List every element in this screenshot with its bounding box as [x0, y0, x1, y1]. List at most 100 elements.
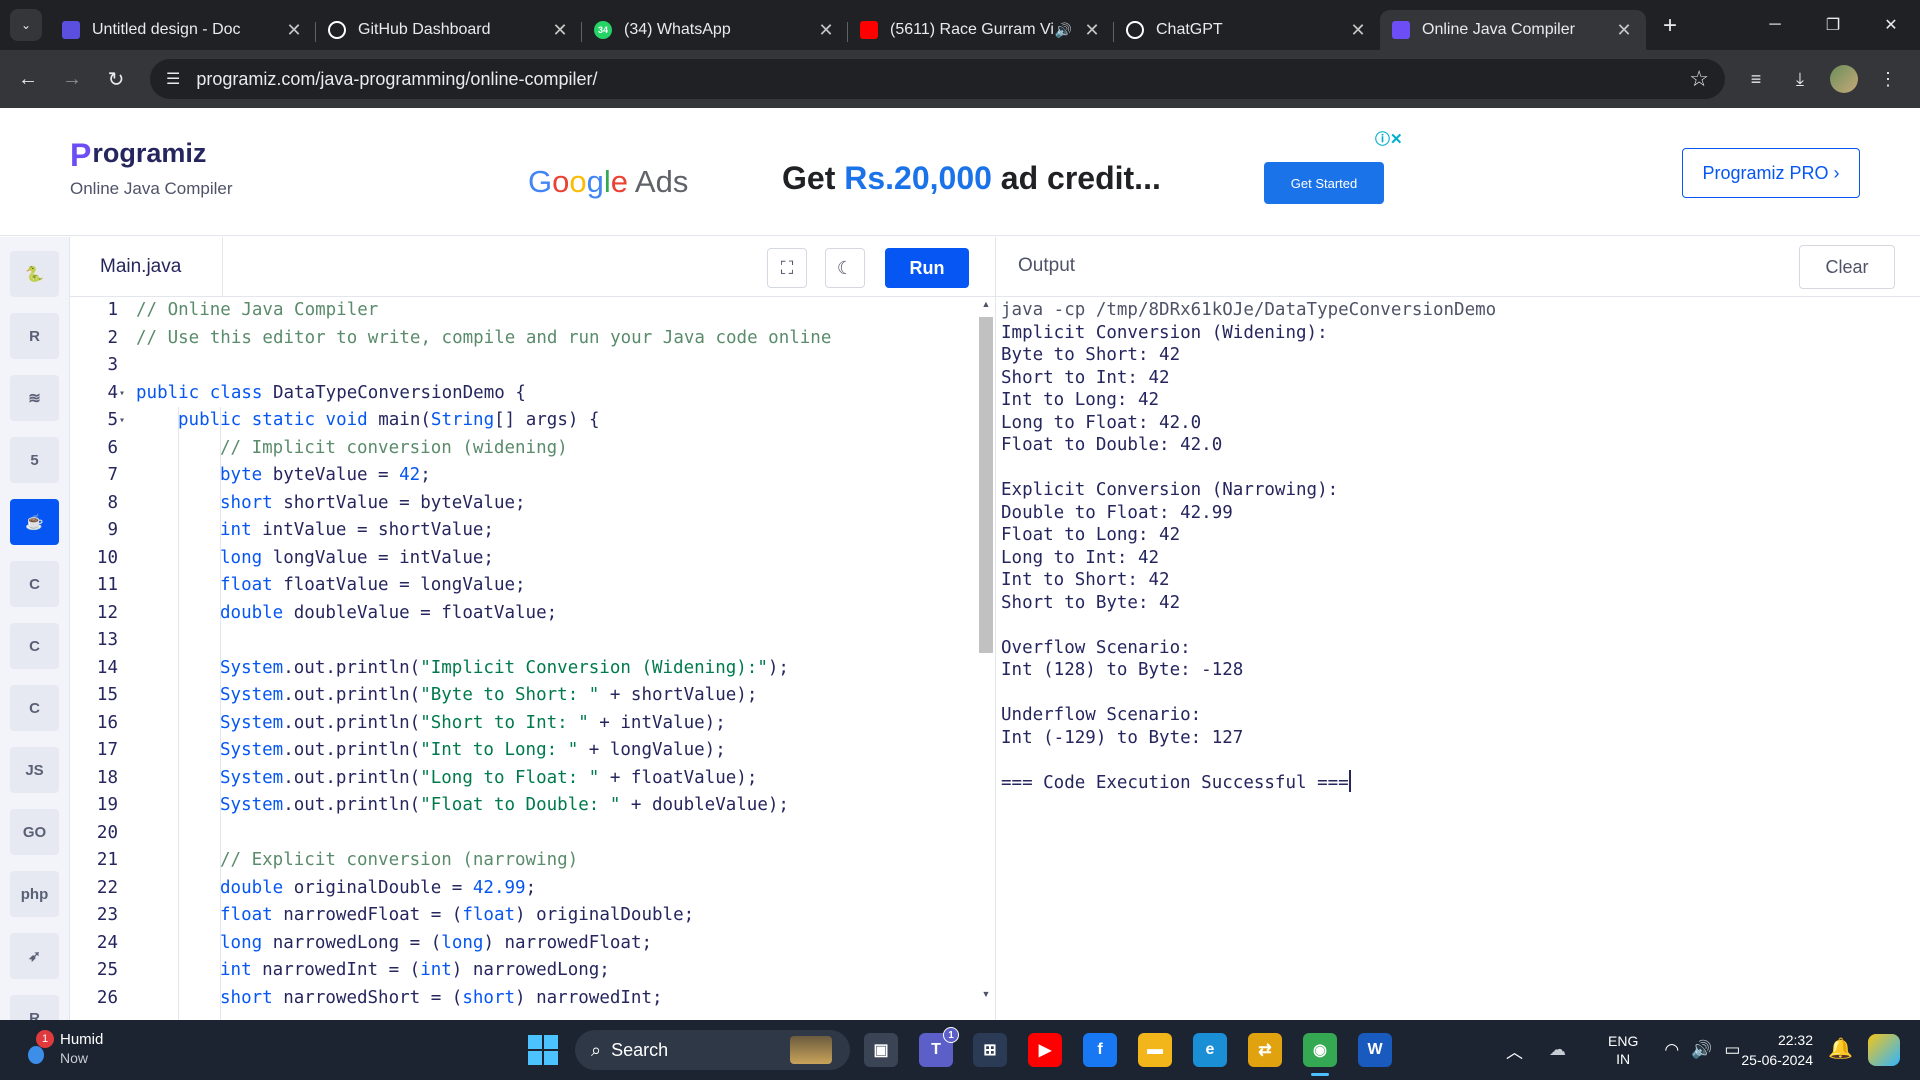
reading-list-icon[interactable]: ≡: [1734, 57, 1778, 101]
code-line[interactable]: 4 ▾ public class DataTypeConversionDemo {: [70, 380, 970, 408]
code-line[interactable]: 9 int intValue = shortValue;: [70, 517, 970, 545]
code-line[interactable]: 6 // Implicit conversion (widening): [70, 435, 970, 463]
task-view-icon[interactable]: ▣: [864, 1033, 898, 1067]
code-line[interactable]: 20: [70, 820, 970, 848]
file-explorer-icon[interactable]: ▬: [1138, 1033, 1172, 1067]
code-line[interactable]: 17 System.out.println("Int to Long: " + l…: [70, 737, 970, 765]
wifi-icon[interactable]: ◠: [1664, 1040, 1679, 1060]
code-line[interactable]: 8 short shortValue = byteValue;: [70, 490, 970, 518]
tab-audio-icon[interactable]: 🔊: [1055, 22, 1072, 39]
code-line[interactable]: 19 System.out.println("Float to Double: "…: [70, 792, 970, 820]
show-hidden-icons-chevron-icon[interactable]: ︿: [1506, 1038, 1523, 1063]
fullscreen-icon[interactable]: ⛶: [767, 248, 807, 288]
lang-php-icon[interactable]: php: [10, 871, 59, 917]
output-console[interactable]: java -cp /tmp/8DRx61kOJe/DataTypeConvers…: [995, 297, 1920, 1020]
code-line[interactable]: 2 // Use this editor to write, compile an…: [70, 325, 970, 353]
code-line[interactable]: 24 long narrowedLong = (long) narrowedFlo…: [70, 930, 970, 958]
ad-get-started-button[interactable]: Get Started: [1264, 162, 1384, 204]
minimize-icon[interactable]: ─: [1746, 0, 1804, 50]
browser-tab[interactable]: GitHub Dashboard ✕: [316, 10, 582, 50]
browser-tab[interactable]: Untitled design - Doc ✕: [50, 10, 316, 50]
browser-tab[interactable]: 34 (34) WhatsApp ✕: [582, 10, 848, 50]
lang-html-icon[interactable]: 5: [10, 437, 59, 483]
volume-icon[interactable]: 🔊: [1691, 1040, 1712, 1060]
lang-java-icon[interactable]: ☕: [10, 499, 59, 545]
restore-icon[interactable]: ❐: [1804, 0, 1862, 50]
arrows-app-icon[interactable]: ⇄: [1248, 1033, 1282, 1067]
lang-javascript-icon[interactable]: JS: [10, 747, 59, 793]
fold-arrow-icon[interactable]: ▾: [119, 407, 125, 435]
lang-python-icon[interactable]: 🐍: [10, 251, 59, 297]
tab-search-chevron-icon[interactable]: ⌄: [10, 9, 42, 41]
code-line[interactable]: 5 ▾ public static void main(String[] args)…: [70, 407, 970, 435]
code-line[interactable]: 22 double originalDouble = 42.99;: [70, 875, 970, 903]
dark-mode-moon-icon[interactable]: ☾: [825, 248, 865, 288]
browser-tab[interactable]: ChatGPT ✕: [1114, 10, 1380, 50]
menu-kebab-icon[interactable]: ⋮: [1866, 57, 1910, 101]
code-line[interactable]: 16 System.out.println("Short to Int: " + …: [70, 710, 970, 738]
code-line[interactable]: 25 int narrowedInt = (int) narrowedLong;: [70, 957, 970, 985]
address-bar[interactable]: ☰ programiz.com/java-programming/online-…: [150, 59, 1725, 99]
scrollbar-thumb[interactable]: [979, 317, 993, 653]
lang-c-icon[interactable]: C: [10, 561, 59, 607]
code-line[interactable]: 18 System.out.println("Long to Float: " +…: [70, 765, 970, 793]
editor-scrollbar[interactable]: ▲ ▼: [977, 297, 993, 1007]
lang-go-icon[interactable]: GO: [10, 809, 59, 855]
weather-widget[interactable]: 1 Humid Now: [24, 1030, 103, 1068]
tab-close-icon[interactable]: ✕: [550, 20, 570, 41]
facebook-icon[interactable]: f: [1083, 1033, 1117, 1067]
programiz-pro-button[interactable]: Programiz PRO ›: [1682, 148, 1860, 198]
onedrive-error-icon[interactable]: ☁: [1549, 1040, 1566, 1060]
teams-icon[interactable]: T1: [919, 1027, 959, 1067]
code-line[interactable]: 26 short narrowedShort = (short) narrowed…: [70, 985, 970, 1013]
close-window-icon[interactable]: ✕: [1862, 0, 1920, 50]
programiz-logo[interactable]: Programiz Online Java Compiler: [70, 138, 233, 199]
url-text[interactable]: programiz.com/java-programming/online-co…: [196, 69, 1689, 90]
code-line[interactable]: 10 long longValue = intValue;: [70, 545, 970, 573]
copilot-icon[interactable]: [1868, 1034, 1900, 1066]
tab-close-icon[interactable]: ✕: [1348, 20, 1368, 41]
lang-sql-icon[interactable]: ≋: [10, 375, 59, 421]
system-clock[interactable]: 22:32 25-06-2024: [1735, 1030, 1813, 1070]
tab-close-icon[interactable]: ✕: [1082, 20, 1102, 41]
google-ads-banner[interactable]: Google Ads Get Rs.20,000 ad credit... Ge…: [520, 118, 1403, 226]
youtube-icon[interactable]: ▶: [1028, 1033, 1062, 1067]
code-line[interactable]: 13: [70, 627, 970, 655]
code-line[interactable]: 21 // Explicit conversion (narrowing): [70, 847, 970, 875]
lang-csharp-icon[interactable]: C: [10, 685, 59, 731]
microsoft-store-icon[interactable]: ⊞: [973, 1033, 1007, 1067]
code-line[interactable]: 1 // Online Java Compiler: [70, 297, 970, 325]
reload-icon[interactable]: ↻: [94, 57, 138, 101]
forward-arrow-icon[interactable]: →: [50, 57, 94, 101]
scroll-down-arrow-icon[interactable]: ▼: [979, 989, 993, 999]
bookmark-star-icon[interactable]: ☆: [1689, 66, 1709, 92]
edge-icon[interactable]: e: [1193, 1033, 1227, 1067]
lang-r-icon[interactable]: R: [10, 313, 59, 359]
lang-cpp-icon[interactable]: C: [10, 623, 59, 669]
code-line[interactable]: 15 System.out.println("Byte to Short: " +…: [70, 682, 970, 710]
windows-start-icon[interactable]: [528, 1035, 558, 1065]
back-arrow-icon[interactable]: ←: [6, 57, 50, 101]
file-tab-main-java[interactable]: Main.java: [70, 237, 223, 297]
code-line[interactable]: 12 double doubleValue = floatValue;: [70, 600, 970, 628]
browser-tab[interactable]: Online Java Compiler ✕: [1380, 10, 1646, 50]
lang-swift-icon[interactable]: ➶: [10, 933, 59, 979]
notifications-bell-icon[interactable]: 🔔: [1828, 1036, 1853, 1061]
code-line[interactable]: 23 float narrowedFloat = (float) original…: [70, 902, 970, 930]
input-language-indicator[interactable]: ENG IN: [1608, 1032, 1638, 1068]
tab-close-icon[interactable]: ✕: [284, 20, 304, 41]
browser-tab[interactable]: (5611) Race Gurram Vi 🔊 ✕: [848, 10, 1114, 50]
chrome-icon[interactable]: ◉: [1303, 1033, 1337, 1076]
code-line[interactable]: 7 byte byteValue = 42;: [70, 462, 970, 490]
ad-info-close-icon[interactable]: ⓘ✕: [1375, 128, 1403, 149]
lang-rust-icon[interactable]: R: [10, 995, 59, 1020]
fold-arrow-icon[interactable]: ▾: [119, 380, 125, 408]
word-icon[interactable]: W: [1358, 1033, 1392, 1067]
run-button[interactable]: Run: [885, 248, 969, 288]
scroll-up-arrow-icon[interactable]: ▲: [979, 299, 993, 309]
code-editor[interactable]: 1 // Online Java Compiler 2 // Use this edi…: [70, 297, 995, 1020]
clear-button[interactable]: Clear: [1799, 245, 1895, 289]
taskbar-search-box[interactable]: ⌕ Search: [575, 1030, 850, 1070]
code-line[interactable]: 11 float floatValue = longValue;: [70, 572, 970, 600]
code-line[interactable]: 14 System.out.println("Implicit Conversio…: [70, 655, 970, 683]
